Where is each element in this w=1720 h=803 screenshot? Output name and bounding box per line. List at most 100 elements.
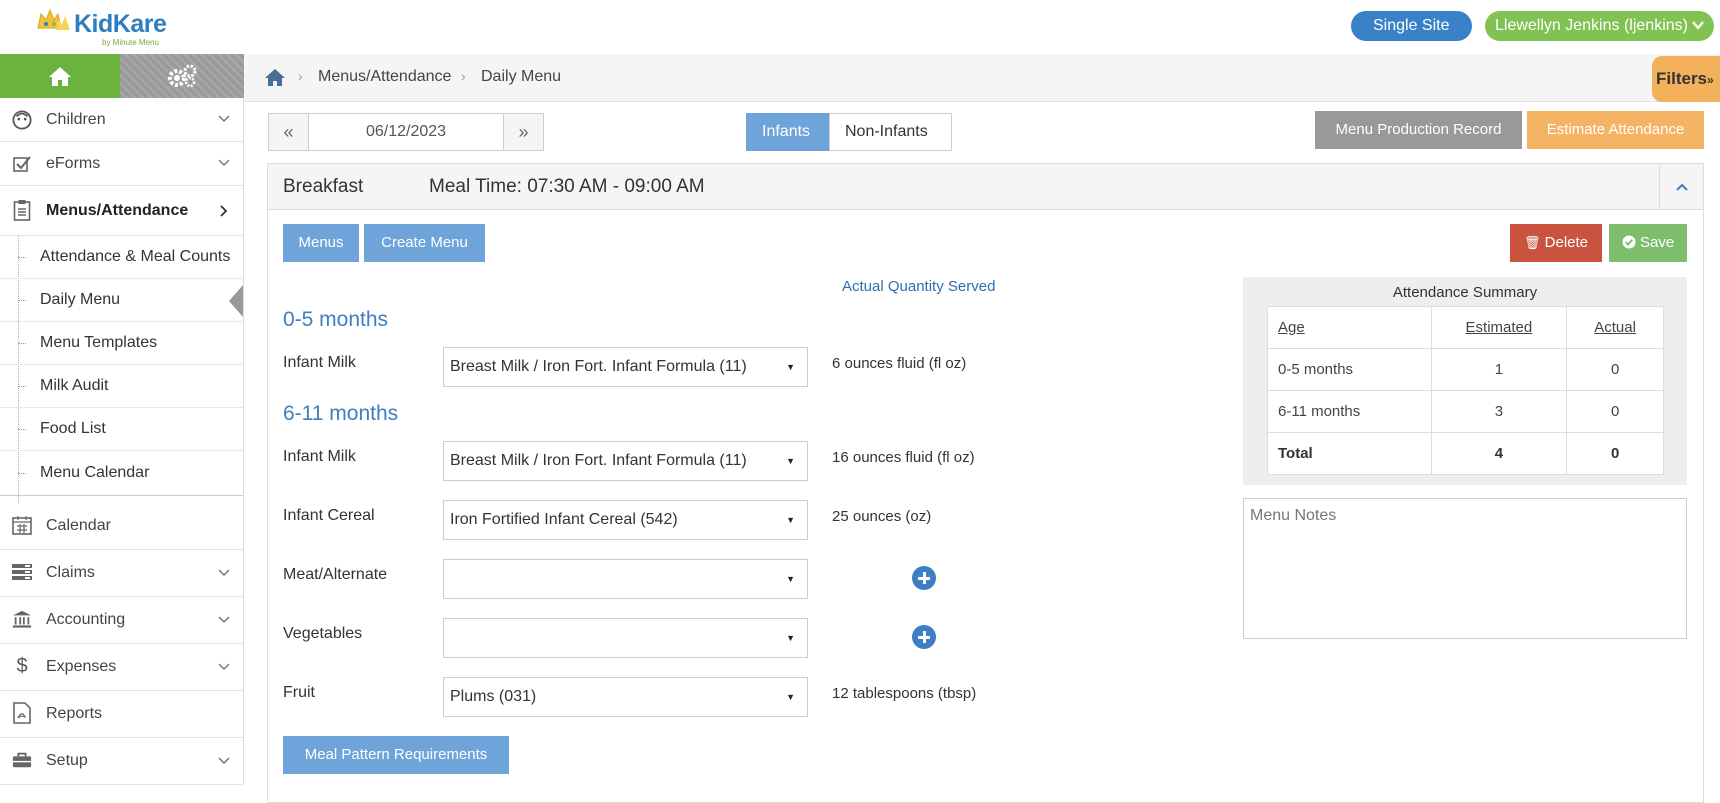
claims-icon (12, 562, 32, 582)
home-button[interactable] (0, 54, 120, 98)
sidebar-item-reports[interactable]: Reports (0, 691, 243, 738)
collapse-toggle[interactable] (1659, 164, 1703, 210)
sidebar-subitem-milk-audit[interactable]: Milk Audit (0, 365, 243, 408)
sidebar-item-claims[interactable]: Claims (0, 550, 243, 597)
chevron-down-icon (218, 159, 230, 167)
food-select-value: Breast Milk / Iron Fort. Infant Formula … (450, 358, 747, 375)
caret-down-icon: ▼ (786, 362, 795, 372)
breadcrumb: › Menus/Attendance › Daily Menu (244, 54, 1720, 102)
sidebar-item-children[interactable]: Children (0, 98, 243, 142)
sidebar-item-setup[interactable]: Setup (0, 738, 243, 785)
age-group-heading: 0-5 months (283, 308, 389, 331)
food-select[interactable]: Iron Fortified Infant Cereal (542) ▼ (443, 500, 808, 540)
age-cell: 0-5 months (1267, 348, 1432, 391)
attendance-summary-title: Attendance Summary (1392, 284, 1538, 301)
face-icon (12, 110, 32, 130)
column-header-age[interactable]: Age (1267, 306, 1432, 349)
delete-label: Delete (1544, 234, 1589, 251)
sidebar-item-eforms[interactable]: eForms (0, 142, 243, 186)
sidebar-item-accounting[interactable]: Accounting (0, 597, 243, 644)
chevron-down-icon (1692, 17, 1705, 34)
table-row: 0-5 months 1 0 (1267, 348, 1664, 391)
filters-tab[interactable]: Filters» (1652, 56, 1720, 102)
menu-notes-textarea[interactable]: Menu Notes (1243, 498, 1687, 639)
user-name: Llewellyn Jenkins (ljenkins) (1495, 17, 1688, 34)
sidebar-subitem-label: Daily Menu (40, 291, 121, 308)
sidebar-subitem-menu-templates[interactable]: Menu Templates (0, 322, 243, 365)
food-select[interactable]: Plums (031) ▼ (443, 677, 808, 717)
sidebar-item-menus-attendance[interactable]: Menus/Attendance (0, 186, 243, 236)
sidebar-item-label: Menus/Attendance (46, 201, 189, 219)
sidebar-item-expenses[interactable]: $ Expenses (0, 644, 243, 691)
tab-non-infants[interactable]: Non-Infants (829, 113, 952, 151)
user-menu-button[interactable]: Llewellyn Jenkins (ljenkins) (1485, 11, 1715, 41)
home-icon[interactable] (264, 68, 286, 87)
double-chevron-down-icon: » (1707, 73, 1714, 87)
food-select[interactable]: ▼ (443, 559, 808, 599)
sidebar-item-label: eForms (46, 154, 101, 172)
caret-down-icon: ▼ (786, 692, 795, 702)
previous-day-button[interactable]: « (269, 114, 309, 150)
column-header-actual[interactable]: Actual (1566, 306, 1664, 349)
estimate-attendance-button[interactable]: Estimate Attendance (1527, 111, 1704, 149)
caret-down-icon: ▼ (786, 633, 795, 643)
attendance-summary: Attendance Summary Age Estimated Actual … (1243, 277, 1687, 485)
home-icon (49, 67, 71, 86)
sidebar-item-calendar[interactable]: Calendar (0, 503, 243, 550)
date-field[interactable]: 06/12/2023 (309, 114, 503, 150)
settings-button[interactable] (120, 54, 244, 98)
add-food-icon[interactable] (912, 566, 936, 590)
food-select[interactable]: Breast Milk / Iron Fort. Infant Formula … (443, 347, 808, 387)
age-group-heading: 6-11 months (283, 402, 399, 425)
sidebar-item-label: Calendar (46, 517, 111, 534)
next-day-button[interactable]: » (503, 114, 543, 150)
add-food-icon[interactable] (912, 625, 936, 649)
caret-down-icon: ▼ (786, 574, 795, 584)
estimated-cell: 1 (1430, 348, 1568, 391)
dollar-icon: $ (16, 654, 28, 677)
sidebar-item-label: Accounting (46, 611, 126, 628)
create-menu-button[interactable]: Create Menu (364, 224, 485, 262)
food-select[interactable]: ▼ (443, 618, 808, 658)
sidebar-subitem-daily-menu[interactable]: Daily Menu (0, 279, 243, 322)
sidebar-item-label: Claims (46, 564, 95, 581)
meal-pattern-requirements-button[interactable]: Meal Pattern Requirements (283, 736, 509, 774)
chevron-up-icon (1675, 183, 1688, 191)
breadcrumb-parent[interactable]: Menus/Attendance (318, 68, 451, 86)
sidebar-item-label: Children (46, 110, 106, 128)
component-label: Infant Milk (283, 354, 356, 371)
tree-dot (18, 342, 26, 344)
quantity-served: 12 tablespoons (tbsp) (832, 685, 977, 702)
tree-dot (18, 428, 26, 430)
sidebar-subitem-menu-calendar[interactable]: Menu Calendar (0, 451, 243, 496)
kidkare-logo[interactable]: KidKare by Minute Menu (36, 6, 196, 48)
sidebar-top (0, 54, 244, 98)
single-site-button[interactable]: Single Site (1351, 11, 1472, 41)
table-total-row: Total 4 0 (1267, 432, 1664, 475)
menu-production-record-button[interactable]: Menu Production Record (1315, 111, 1522, 149)
tree-dot (18, 256, 26, 258)
breadcrumb-separator: › (461, 68, 466, 84)
meal-time: Meal Time: 07:30 AM - 09:00 AM (429, 176, 705, 197)
meal-panel-header: Breakfast Meal Time: 07:30 AM - 09:00 AM (268, 164, 1703, 210)
attendance-table: Age Estimated Actual 0-5 months 1 0 6-11… (1267, 306, 1664, 475)
sidebar-subitem-label: Milk Audit (40, 377, 109, 394)
filters-label: Filters (1656, 69, 1708, 88)
sidebar-item-label: Setup (46, 752, 88, 769)
age-cell: 6-11 months (1267, 390, 1432, 433)
save-button[interactable]: Save (1609, 224, 1687, 262)
menus-button[interactable]: Menus (283, 224, 359, 262)
clipboard-icon (12, 200, 32, 221)
caret-down-icon: ▼ (786, 515, 795, 525)
sidebar-subitem-attendance-meal-counts[interactable]: Attendance & Meal Counts (0, 236, 243, 279)
food-select[interactable]: Breast Milk / Iron Fort. Infant Formula … (443, 441, 808, 481)
delete-button[interactable]: 🗑 Delete (1510, 224, 1602, 262)
caret-down-icon: ▼ (786, 456, 795, 466)
tab-infants[interactable]: Infants (746, 113, 830, 151)
sidebar-subitem-food-list[interactable]: Food List (0, 408, 243, 451)
actual-cell: 0 (1566, 432, 1664, 475)
chevron-down-icon (218, 757, 230, 765)
column-header-estimated[interactable]: Estimated (1430, 306, 1568, 349)
sidebar-item-label: Expenses (46, 658, 117, 675)
trash-icon: 🗑 (1523, 235, 1541, 250)
